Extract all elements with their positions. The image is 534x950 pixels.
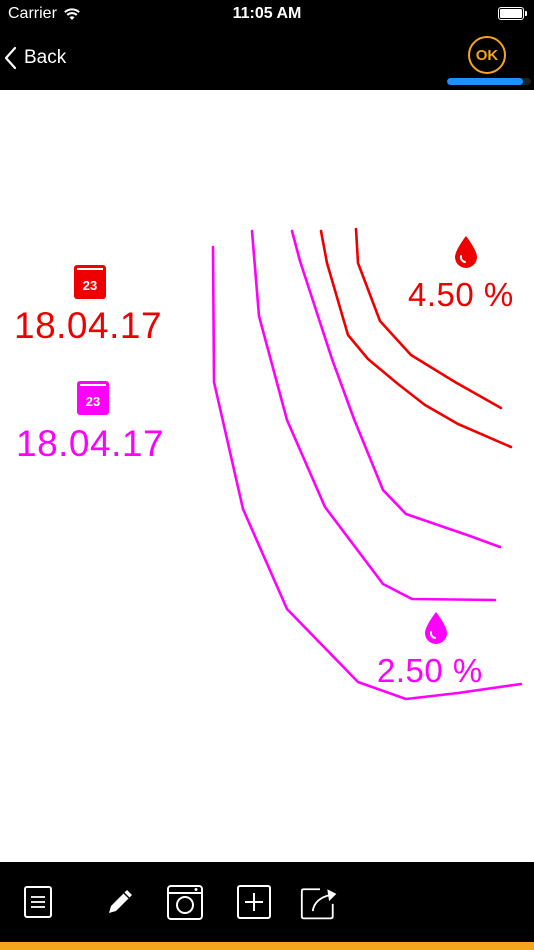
share-button[interactable] <box>300 882 340 922</box>
progress-bar <box>447 78 531 85</box>
camera-button[interactable] <box>165 882 205 922</box>
drop-icon <box>455 236 477 268</box>
date-label-red: 18.04.17 <box>14 305 163 346</box>
bottom-toolbar <box>0 862 534 942</box>
progress-fill <box>447 78 523 85</box>
level-label-magenta: 2.50 % <box>377 652 483 689</box>
toolbar-accent-bar <box>0 942 534 950</box>
add-button[interactable] <box>234 882 274 922</box>
back-button[interactable]: Back <box>4 42 66 74</box>
calendar-day: 23 <box>85 394 101 409</box>
status-bar: Carrier 11:05 AM <box>0 0 534 28</box>
calendar-icon: 23 <box>74 265 106 299</box>
camera-icon <box>167 885 203 920</box>
back-label: Back <box>24 47 67 68</box>
drawing-canvas[interactable]: 23 18.04.17 23 18.04.17 4.50 % 2.50 % <box>0 90 534 863</box>
share-icon <box>300 888 337 920</box>
plus-icon <box>237 885 271 919</box>
contour-line-red-1 <box>319 229 513 449</box>
status-time: 11:05 AM <box>232 5 302 22</box>
ok-button[interactable]: OK <box>468 36 506 74</box>
edit-button[interactable] <box>100 882 140 922</box>
date-label-magenta: 18.04.17 <box>16 423 165 464</box>
nav-bar: Back OK <box>0 28 534 90</box>
contour-drawing <box>211 227 523 701</box>
level-label-red: 4.50 % <box>408 276 514 313</box>
note-icon <box>24 886 52 918</box>
pencil-icon <box>109 890 132 913</box>
ok-label: OK <box>475 46 499 64</box>
calendar-icon: 23 <box>77 381 109 415</box>
calendar-day: 23 <box>82 278 98 293</box>
battery-icon <box>498 7 527 20</box>
chevron-left-icon <box>4 46 17 70</box>
notes-button[interactable] <box>18 882 58 922</box>
drop-icon <box>425 612 447 644</box>
